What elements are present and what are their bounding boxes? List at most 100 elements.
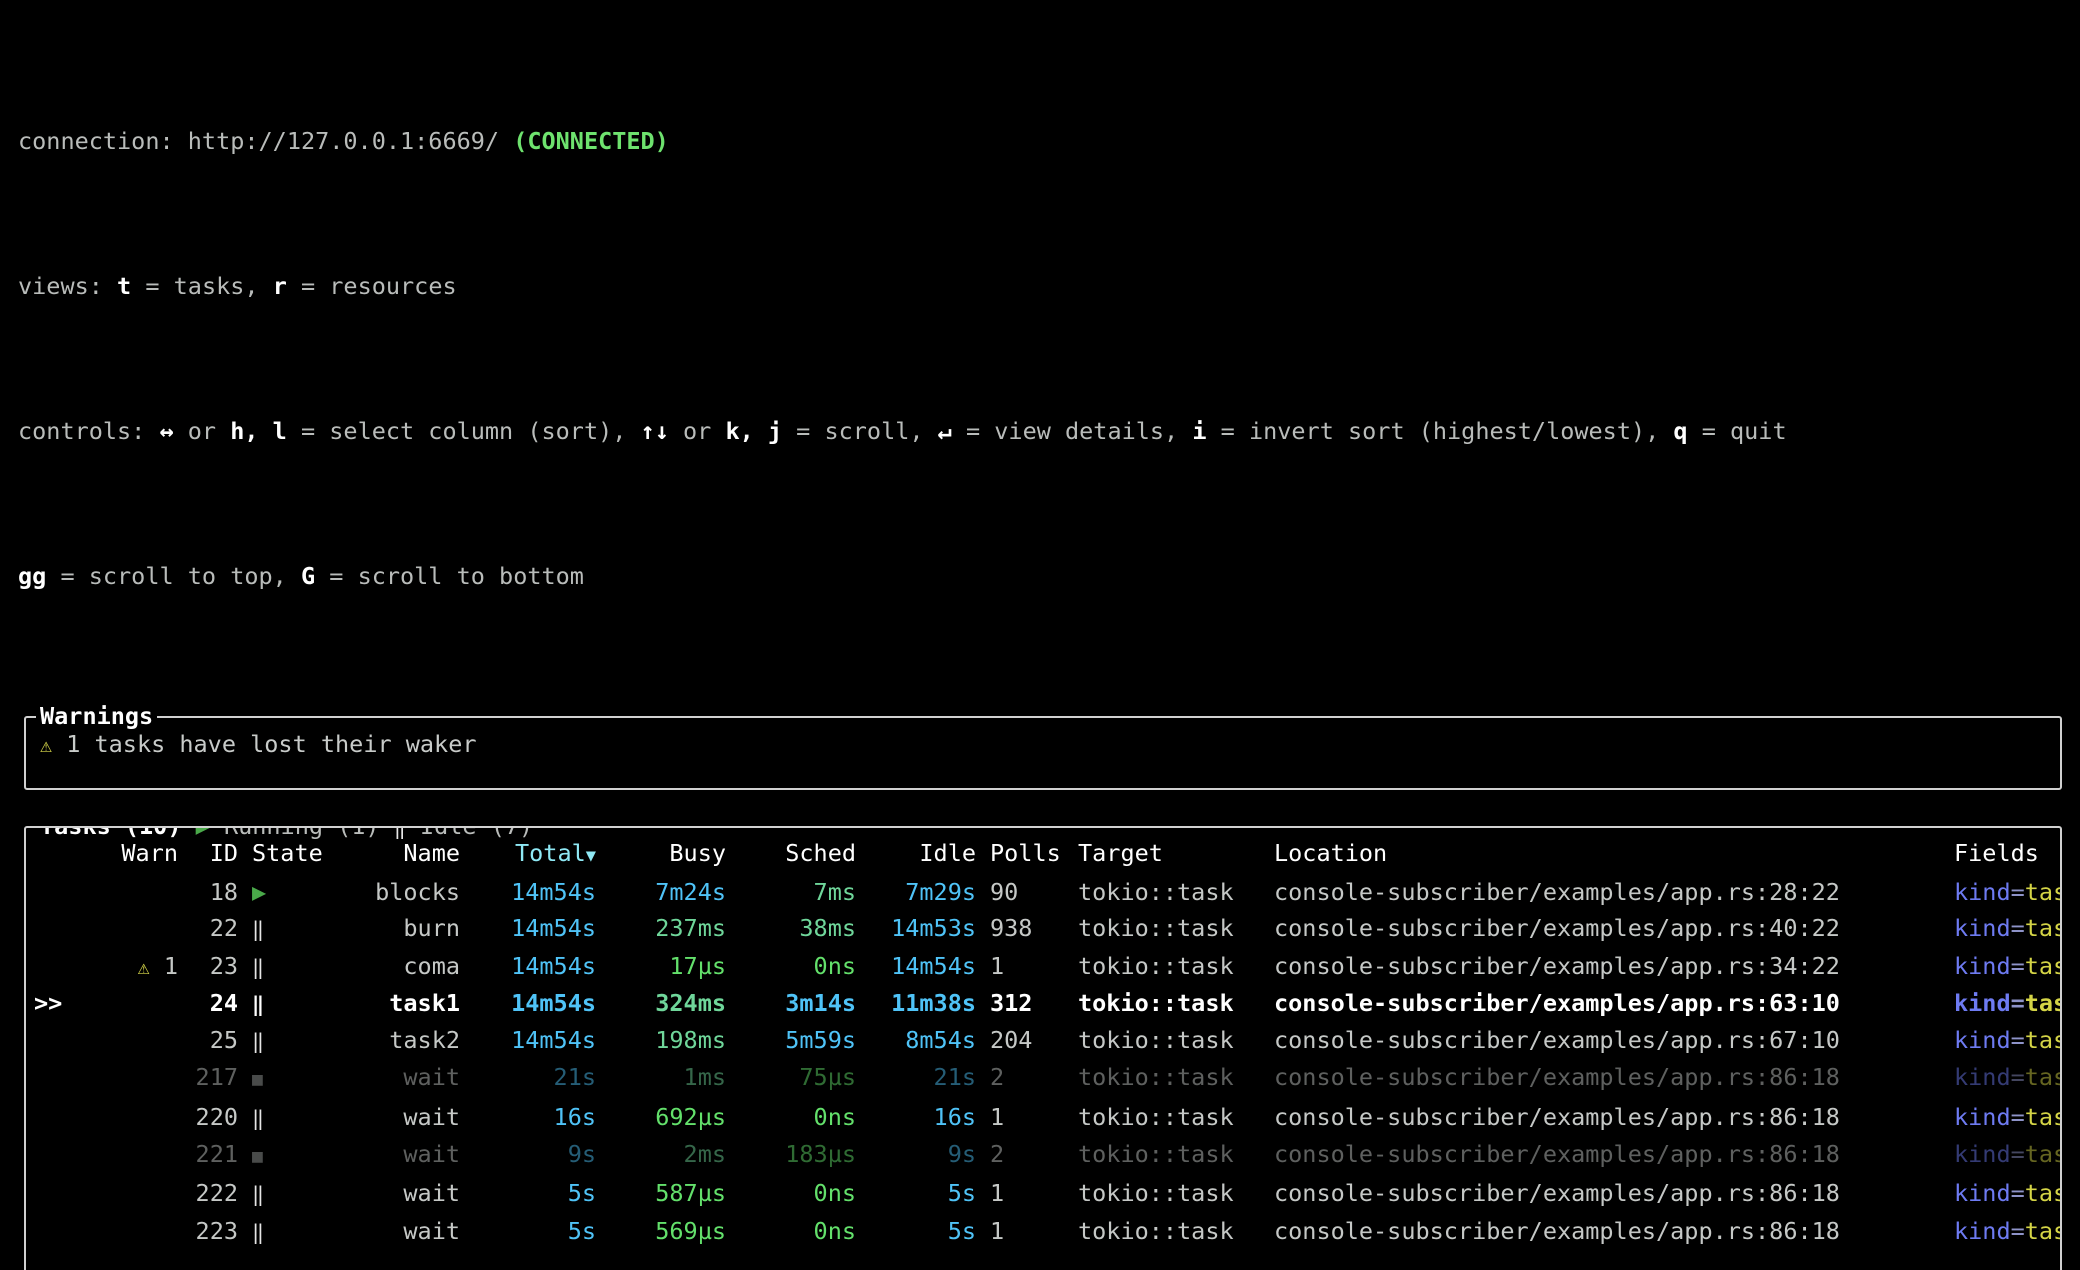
task-row-warn xyxy=(86,1136,178,1175)
task-row-state: ‖ xyxy=(248,948,352,985)
task-row[interactable]: 25 ‖ task2 14m54s 198ms 5m59s 8m54s 204 tokio::t… xyxy=(26,1022,2060,1059)
task-row-target: tokio::task xyxy=(1078,1102,1234,1131)
task-row-idle: 16s xyxy=(933,1102,976,1131)
field-equals: = xyxy=(2010,1140,2025,1169)
task-row-busy: 324ms xyxy=(655,988,726,1017)
task-row-location: console-subscriber/examples/app.rs:63:10 xyxy=(1274,988,1840,1017)
col-header-sched[interactable]: Sched xyxy=(726,835,856,874)
field-value: task xyxy=(2024,877,2060,906)
task-row-total: 14m54s xyxy=(511,877,596,906)
task-row-polls: 1 xyxy=(990,951,1005,980)
task-row-warn xyxy=(86,1099,178,1136)
task-row-name: coma xyxy=(403,951,460,980)
task-row[interactable]: 220 ‖ wait 16s 692µs 0ns 16s 1 tokio::task consol… xyxy=(26,1099,2060,1136)
task-row[interactable]: >> 24 ‖ task1 14m54s 324ms 3m14s 11m38s 312 tokio… xyxy=(26,985,2060,1022)
field-equals: = xyxy=(2010,877,2025,906)
col-header-location[interactable]: Location xyxy=(1274,835,1954,874)
controls-text-top: = scroll to top, xyxy=(46,562,301,591)
task-row-total: 5s xyxy=(567,1216,596,1245)
col-header-target[interactable]: Target xyxy=(1078,835,1274,874)
task-row-fields: kind=task xyxy=(1954,1136,2060,1175)
field-value: task xyxy=(2024,1102,2060,1131)
controls-text-invert: = invert sort (highest/lowest), xyxy=(1206,417,1674,446)
task-row-selection-marker xyxy=(26,874,86,910)
warning-triangle-icon: ⚠ xyxy=(40,732,53,757)
task-row-busy: 569µs xyxy=(655,1216,726,1245)
warning-item[interactable]: ⚠ 1 tasks have lost their waker xyxy=(26,718,2060,763)
task-row-id: 18 xyxy=(209,877,238,906)
warning-text: 1 tasks have lost their waker xyxy=(66,729,477,758)
tasks-panel-title: Tasks (10) ▶ Running (1) ‖ Idle (7) xyxy=(36,827,538,844)
task-row-id: 217 xyxy=(195,1063,238,1092)
task-row[interactable]: ⚠ 1 23 ‖ coma 14m54s 17µs 0ns 14m54s 1 tokio::tas… xyxy=(26,948,2060,985)
task-row-state: ‖ xyxy=(248,1022,352,1059)
task-row[interactable]: 22 ‖ burn 14m54s 237ms 38ms 14m53s 938 tokio::ta… xyxy=(26,910,2060,947)
task-row-sched: 0ns xyxy=(813,1102,856,1131)
task-row-fields: kind=task xyxy=(1954,1175,2060,1212)
controls-kj-key[interactable]: k, j xyxy=(725,417,782,445)
task-row-total: 5s xyxy=(567,1179,596,1208)
task-row-busy: 1ms xyxy=(683,1063,726,1092)
row-warning-triangle-icon: ⚠ xyxy=(137,954,150,979)
state-pause-icon: ‖ xyxy=(252,954,265,979)
col-header-polls[interactable]: Polls xyxy=(976,835,1078,874)
warnings-panel-title: Warnings xyxy=(36,698,158,733)
views-label: views: xyxy=(18,272,118,301)
controls-hl-key[interactable]: h, l xyxy=(230,417,287,445)
state-stop-icon: ■ xyxy=(252,1069,263,1091)
task-row-warn: ⚠ 1 xyxy=(86,948,178,985)
task-row-location: console-subscriber/examples/app.rs:40:22 xyxy=(1274,914,1840,943)
controls-quit-key[interactable]: q xyxy=(1673,417,1687,445)
task-row-busy: 7m24s xyxy=(655,877,726,906)
task-row-target: tokio::task xyxy=(1078,1216,1234,1245)
col-header-busy[interactable]: Busy xyxy=(596,835,726,874)
task-row[interactable]: 217 ■ wait 21s 1ms 75µs 21s 2 tokio::task console… xyxy=(26,1059,2060,1098)
views-line: views: t = tasks, r = resources xyxy=(18,268,2080,304)
field-equals: = xyxy=(2010,1063,2025,1092)
task-row-warn xyxy=(86,1059,178,1098)
task-row-idle: 9s xyxy=(947,1140,976,1169)
col-header-idle[interactable]: Idle xyxy=(856,835,976,874)
task-row-location: console-subscriber/examples/app.rs:28:22 xyxy=(1274,877,1840,906)
task-row[interactable]: 222 ‖ wait 5s 587µs 0ns 5s 1 tokio::task console-… xyxy=(26,1175,2060,1212)
connection-label: connection: xyxy=(18,126,188,155)
task-row-fields: kind=task xyxy=(1954,1022,2060,1059)
state-pause-icon: ‖ xyxy=(252,1029,265,1054)
enter-arrow-icon[interactable]: ↵ xyxy=(938,417,952,445)
views-resources-key[interactable]: r xyxy=(273,272,287,300)
warnings-panel: Warnings ⚠ 1 tasks have lost their waker xyxy=(24,698,2062,790)
task-row-busy: 198ms xyxy=(655,1026,726,1055)
field-value: task xyxy=(2024,1026,2060,1055)
task-row-total: 16s xyxy=(553,1102,596,1131)
up-down-arrow-icon[interactable]: ↑↓ xyxy=(641,417,669,445)
controls-text-quit: = quit xyxy=(1687,417,1787,446)
task-row-name: blocks xyxy=(375,877,460,906)
state-pause-icon: ‖ xyxy=(252,991,265,1016)
field-value: task xyxy=(2024,1063,2060,1092)
col-header-fields[interactable]: Fields xyxy=(1954,835,2060,874)
task-row[interactable]: 223 ‖ wait 5s 569µs 0ns 5s 1 tokio::task console-… xyxy=(26,1213,2060,1250)
field-key: kind xyxy=(1954,988,2011,1017)
task-row-target: tokio::task xyxy=(1078,877,1234,906)
task-row-id: 223 xyxy=(195,1216,238,1245)
field-value: task xyxy=(2024,1216,2060,1245)
task-row-name: burn xyxy=(403,914,460,943)
controls-invert-key[interactable]: i xyxy=(1192,417,1206,445)
task-row[interactable]: 18 ▶ blocks 14m54s 7m24s 7ms 7m29s 90 tokio::tas… xyxy=(26,874,2060,910)
state-play-icon: ▶ xyxy=(252,877,267,906)
task-row-idle: 14m53s xyxy=(891,914,976,943)
controls-gg-key[interactable]: gg xyxy=(18,562,46,590)
controls-text-selectcol: = select column (sort), xyxy=(286,417,641,446)
task-row-busy: 587µs xyxy=(655,1179,726,1208)
header-info: connection: http://127.0.0.1:6669/ (CONN… xyxy=(0,0,2080,704)
left-right-arrow-icon[interactable]: ↔ xyxy=(159,417,173,445)
views-tasks-key[interactable]: t xyxy=(117,272,131,300)
field-key: kind xyxy=(1954,951,2011,980)
task-row-state: ‖ xyxy=(248,985,352,1022)
task-row-selection-marker xyxy=(26,948,86,985)
controls-G-key[interactable]: G xyxy=(301,562,315,590)
task-row[interactable]: 221 ■ wait 9s 2ms 183µs 9s 2 tokio::task console-… xyxy=(26,1136,2060,1175)
task-row-selection-marker xyxy=(26,1175,86,1212)
field-key: kind xyxy=(1954,1216,2011,1245)
field-value: task xyxy=(2024,951,2060,980)
